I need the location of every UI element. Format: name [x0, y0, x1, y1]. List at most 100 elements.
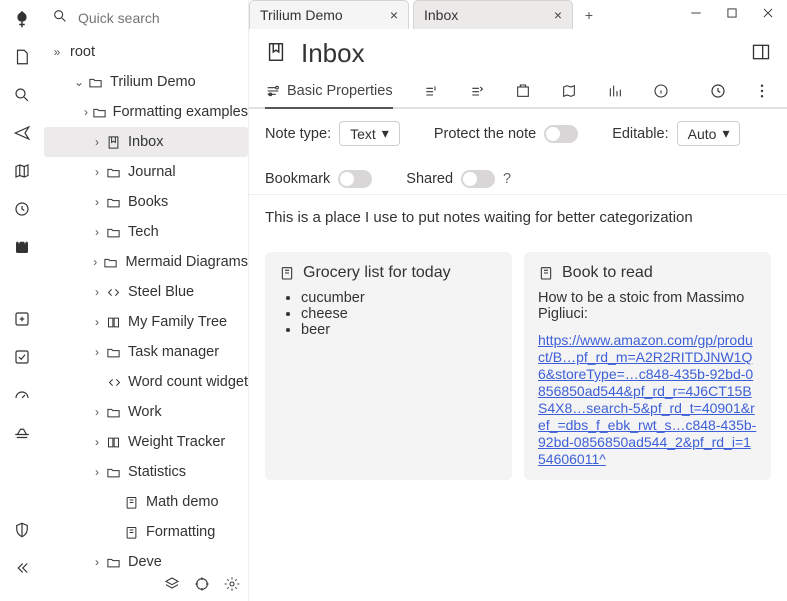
child-note-card[interactable]: Grocery list for today cucumber cheese b…	[265, 252, 512, 480]
chevron-icon[interactable]: ›	[90, 435, 104, 449]
history-icon[interactable]	[11, 198, 33, 220]
close-icon[interactable]: ×	[390, 7, 398, 23]
tree-item[interactable]: › Work	[44, 397, 248, 427]
editable-select[interactable]: Auto▾	[677, 121, 741, 146]
chevron-icon[interactable]: ⌄	[72, 75, 86, 89]
tab-basic-properties[interactable]: Basic Properties	[265, 77, 393, 109]
tree-item-label: Work	[128, 404, 162, 420]
main-area: Trilium Demo× Inbox× + Inbox Basic Prope…	[249, 0, 787, 601]
tree-item[interactable]: ›Formatting examples	[44, 97, 248, 127]
revisions-icon[interactable]	[709, 82, 727, 103]
chevron-icon[interactable]: ›	[90, 465, 104, 479]
calendar-icon[interactable]	[11, 236, 33, 258]
tree-item[interactable]: Word count widget	[44, 367, 248, 397]
note-icon	[122, 495, 140, 510]
bookmark-toggle[interactable]	[338, 170, 372, 188]
tab-note-paths[interactable]	[515, 77, 531, 107]
gauge-icon[interactable]	[11, 384, 33, 406]
basic-properties-panel: Note type: Text▾ Protect the note Editab…	[249, 109, 787, 195]
chevron-icon[interactable]: ›	[90, 195, 104, 209]
tree-item[interactable]: ›Weight Tracker	[44, 427, 248, 457]
tree-item[interactable]: ›Books	[44, 187, 248, 217]
split-view-icon[interactable]	[751, 42, 771, 65]
tree-item[interactable]: › Steel Blue	[44, 277, 248, 307]
chevron-icon[interactable]: ›	[90, 225, 104, 239]
tree-item[interactable]: ›My Family Tree	[44, 307, 248, 337]
plane-icon[interactable]	[11, 422, 33, 444]
shared-help[interactable]: ?	[503, 171, 511, 187]
new-note-icon[interactable]	[11, 46, 33, 68]
bookmark-icon	[265, 41, 287, 66]
collapse-sidebar-icon[interactable]	[11, 557, 33, 579]
folder-icon	[104, 195, 122, 210]
folder-icon	[104, 225, 122, 240]
menu-icon[interactable]	[753, 82, 771, 103]
send-icon[interactable]	[11, 122, 33, 144]
tab-owned-attrs[interactable]	[423, 77, 439, 107]
child-note-card[interactable]: Book to read How to be a stoic from Mass…	[524, 252, 771, 480]
chevron-icon[interactable]: ›	[90, 345, 104, 359]
chevron-icon[interactable]: ›	[90, 555, 104, 569]
tree-item[interactable]: ›Inbox	[44, 127, 248, 157]
tab-info[interactable]	[653, 77, 669, 107]
tree-item-label: Mermaid Diagrams	[126, 254, 248, 270]
chevron-icon[interactable]: ›	[90, 165, 104, 179]
maximize-icon[interactable]	[725, 6, 739, 23]
layers-icon[interactable]	[164, 576, 180, 595]
chevron-icon[interactable]: ›	[90, 405, 104, 419]
bookmark-label: Bookmark	[265, 171, 330, 187]
chevron-icon[interactable]: ›	[90, 315, 104, 329]
tree-item[interactable]: ›Tech	[44, 217, 248, 247]
tree-item[interactable]: Math demo	[44, 487, 248, 517]
chevron-icon[interactable]: ›	[89, 255, 103, 269]
card-title: Book to read	[562, 264, 653, 282]
add-tab-button[interactable]: +	[577, 0, 601, 29]
target-icon[interactable]	[194, 576, 210, 595]
left-icon-bar	[0, 0, 44, 601]
close-window-icon[interactable]	[761, 6, 775, 23]
gear-icon[interactable]	[224, 576, 240, 595]
tree-item[interactable]: › Mermaid Diagrams	[44, 247, 248, 277]
card-title: Grocery list for today	[303, 264, 451, 282]
folder-icon	[104, 465, 122, 480]
note-content[interactable]: This is a place I use to put notes waiti…	[249, 195, 787, 601]
chevron-icon[interactable]	[96, 375, 107, 389]
tab-inherited-attrs[interactable]	[469, 77, 485, 107]
tab-trilium-demo[interactable]: Trilium Demo×	[249, 0, 409, 29]
tab-similar-notes[interactable]	[607, 77, 623, 107]
tab-note-map[interactable]	[561, 77, 577, 107]
tree-item[interactable]: › Statistics	[44, 457, 248, 487]
close-icon[interactable]: ×	[554, 7, 562, 23]
shield-icon[interactable]	[11, 519, 33, 541]
note-title[interactable]: Inbox	[301, 38, 365, 69]
grocery-list: cucumber cheese beer	[279, 290, 498, 338]
tree-item[interactable]: ⌄ Trilium Demo	[44, 67, 248, 97]
search-icon[interactable]	[11, 84, 33, 106]
tree-item-label: Trilium Demo	[110, 74, 196, 90]
protect-toggle[interactable]	[544, 125, 578, 143]
tree-item[interactable]: ›Deve	[44, 547, 248, 577]
tree-root[interactable]: » root	[44, 37, 248, 67]
shared-toggle[interactable]	[461, 170, 495, 188]
tree-item-label: Statistics	[128, 464, 186, 480]
tab-inbox[interactable]: Inbox×	[413, 0, 573, 29]
chevron-icon[interactable]: ›	[90, 285, 104, 299]
minimize-icon[interactable]	[689, 6, 703, 23]
chevron-icon[interactable]: ›	[81, 105, 92, 119]
map-icon[interactable]	[11, 160, 33, 182]
tree-item[interactable]: ›Task manager	[44, 337, 248, 367]
note-type-select[interactable]: Text▾	[339, 121, 400, 146]
folder-icon	[104, 405, 122, 420]
tree-item[interactable]: ›Journal	[44, 157, 248, 187]
task-done-icon[interactable]	[11, 346, 33, 368]
chevron-icon[interactable]	[108, 495, 122, 509]
list-item: beer	[301, 322, 498, 338]
task-new-icon[interactable]	[11, 308, 33, 330]
book-link[interactable]: https://www.amazon.com/gp/product/B…pf_r…	[538, 332, 756, 467]
chevron-icon[interactable]: ›	[90, 135, 104, 149]
search-input[interactable]	[78, 10, 208, 26]
chevron-icon[interactable]	[108, 525, 122, 539]
tree-item[interactable]: Formatting	[44, 517, 248, 547]
tree-item-label: Steel Blue	[128, 284, 194, 300]
list-item: cheese	[301, 306, 498, 322]
